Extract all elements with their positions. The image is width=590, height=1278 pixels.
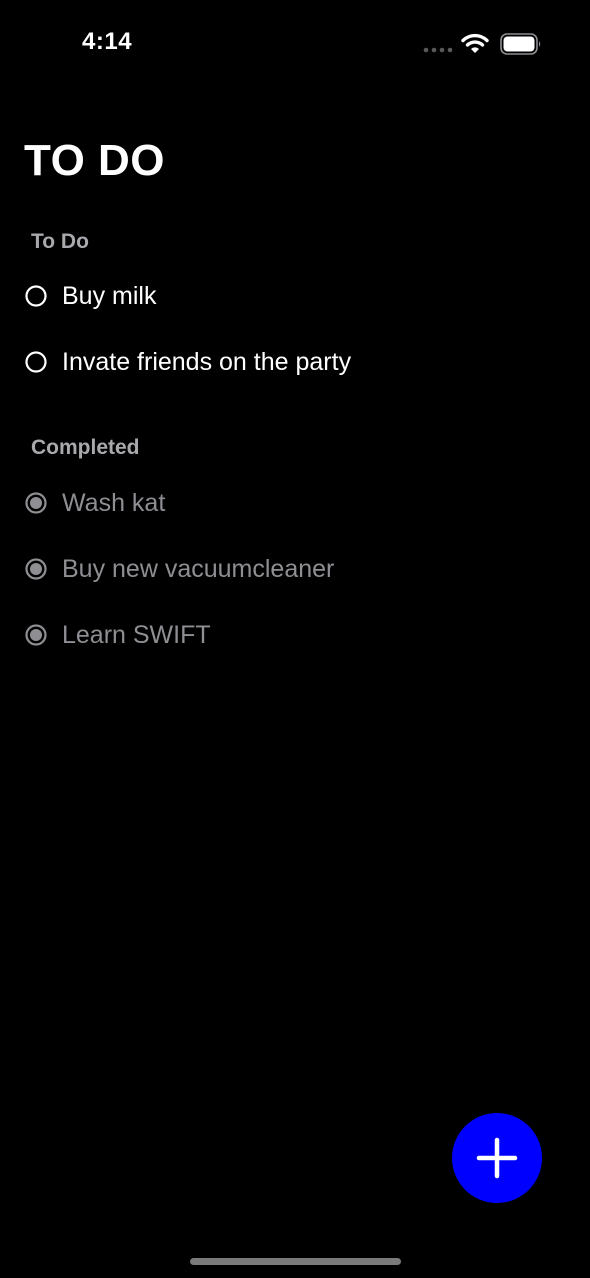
task-row[interactable]: Learn SWIFT	[24, 613, 544, 657]
add-task-button[interactable]	[452, 1113, 542, 1203]
todo-section-header: To Do	[31, 230, 89, 253]
task-label: Invate friends on the party	[62, 347, 352, 376]
plus-icon	[476, 1137, 518, 1179]
checked-circle-icon[interactable]	[24, 623, 48, 647]
task-row[interactable]: Wash kat	[24, 481, 544, 525]
completed-section-header: Completed	[31, 436, 140, 459]
task-row[interactable]: Buy milk	[24, 274, 544, 318]
cellular-signal-icon	[423, 47, 453, 53]
task-label: Learn SWIFT	[62, 620, 211, 649]
page-title: TO DO	[24, 136, 166, 185]
task-row[interactable]: Buy new vacuumcleaner	[24, 547, 544, 591]
status-bar: 4:14	[0, 0, 590, 90]
checked-circle-icon[interactable]	[24, 557, 48, 581]
task-label: Wash kat	[62, 488, 166, 517]
task-label: Buy milk	[62, 281, 157, 310]
home-indicator[interactable]	[190, 1258, 401, 1265]
checked-circle-icon[interactable]	[24, 491, 48, 515]
wifi-icon	[461, 33, 489, 53]
task-row[interactable]: Invate friends on the party	[24, 340, 544, 384]
battery-icon	[500, 33, 541, 55]
status-time: 4:14	[82, 28, 133, 55]
unchecked-circle-icon[interactable]	[24, 284, 48, 308]
unchecked-circle-icon[interactable]	[24, 350, 48, 374]
task-label: Buy new vacuumcleaner	[62, 554, 335, 583]
